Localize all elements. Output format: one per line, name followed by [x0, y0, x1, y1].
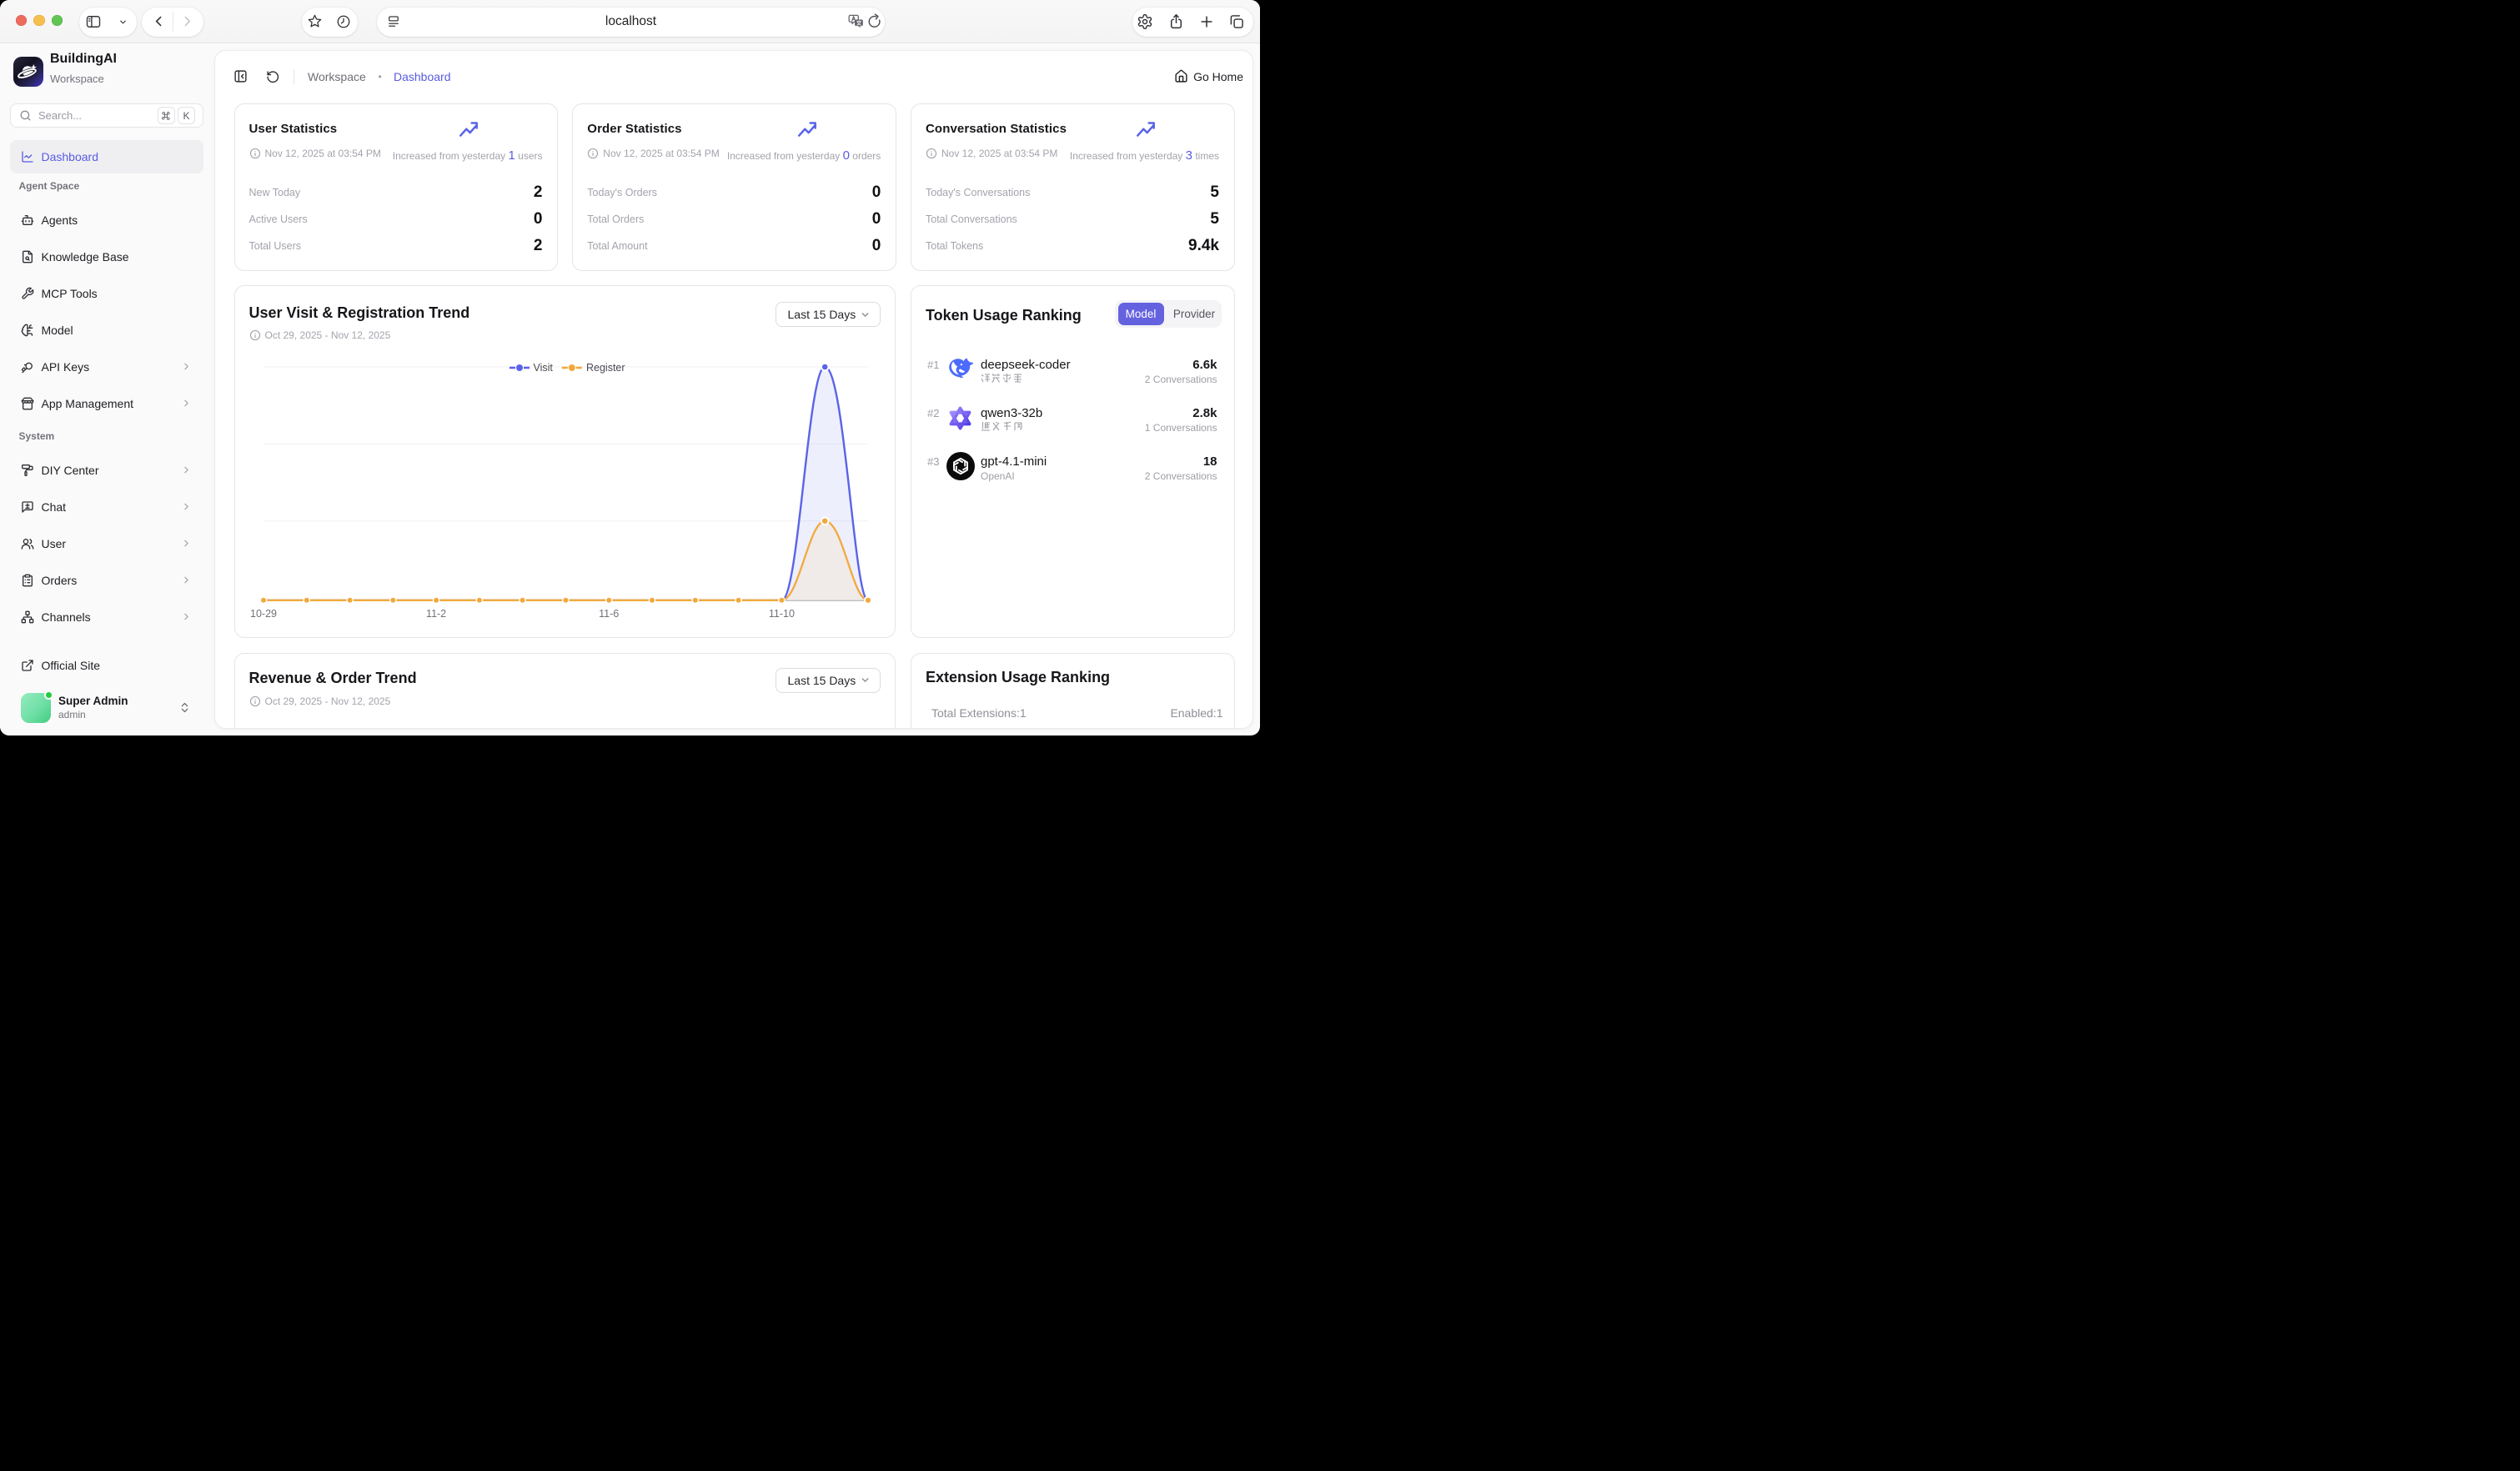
- svg-text:11-2: 11-2: [426, 608, 446, 620]
- svg-text:Visit: Visit: [533, 362, 553, 374]
- svg-text:10-29: 10-29: [250, 608, 277, 620]
- svg-text:11-6: 11-6: [599, 608, 619, 620]
- svg-text:Register: Register: [586, 362, 625, 374]
- svg-text:11-10: 11-10: [768, 608, 794, 620]
